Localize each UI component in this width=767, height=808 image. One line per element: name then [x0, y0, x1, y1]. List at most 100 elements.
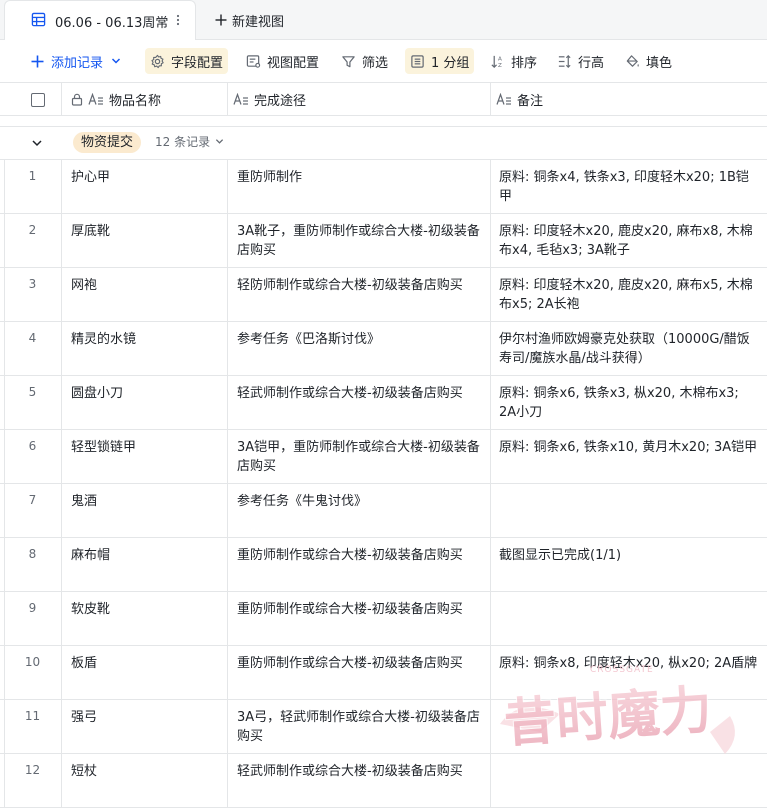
sort-label: 排序: [511, 55, 538, 71]
cell-note[interactable]: 原料: 铜条x4, 铁条x3, 印度轻木x20; 1B铠甲: [491, 160, 767, 213]
table-row[interactable]: 7 鬼酒 参考任务《牛鬼讨伐》: [0, 484, 767, 538]
cell-route[interactable]: 参考任务《巴洛斯讨伐》: [228, 322, 490, 375]
cell-note[interactable]: 原料: 铜条x6, 铁条x3, 枞x20, 木棉布x3; 2A小刀: [491, 376, 767, 429]
cell-route[interactable]: 3A铠甲，重防师制作或综合大楼-初级装备店购买: [228, 430, 490, 483]
table-row[interactable]: 6 轻型锁链甲 3A铠甲，重防师制作或综合大楼-初级装备店购买 原料: 铜条x6…: [0, 430, 767, 484]
row-index: 10: [24, 655, 41, 669]
table-row[interactable]: 5 圆盘小刀 轻武师制作或综合大楼-初级装备店购买 原料: 铜条x6, 铁条x3…: [0, 376, 767, 430]
row-index: 3: [28, 277, 37, 291]
cell-note[interactable]: [491, 592, 767, 645]
group-button[interactable]: 1 分组: [405, 48, 475, 74]
row-index: 8: [28, 547, 37, 561]
table-row[interactable]: 9 软皮靴 重防师制作或综合大楼-初级装备店购买: [0, 592, 767, 646]
group-header: 物资提交 12 条记录: [0, 127, 767, 160]
table-row[interactable]: 8 麻布帽 重防师制作或综合大楼-初级装备店购买 截图显示已完成(1/1): [0, 538, 767, 592]
cell-item-name[interactable]: 轻型锁链甲: [62, 430, 227, 483]
add-record-label: 添加记录: [51, 55, 104, 71]
cell-route[interactable]: 重防师制作或综合大楼-初级装备店购买: [228, 538, 490, 591]
column-divider: [61, 160, 62, 808]
cell-route[interactable]: 参考任务《牛鬼讨伐》: [228, 484, 490, 537]
cell-item-name[interactable]: 厚底靴: [62, 214, 227, 267]
cell-note[interactable]: 原料: 印度轻木x20, 鹿皮x20, 麻布x8, 木棉布x4, 毛毡x3; 3…: [491, 214, 767, 267]
more-vertical-icon[interactable]: [175, 12, 181, 28]
add-record-button[interactable]: 添加记录: [30, 48, 126, 74]
filter-button[interactable]: 筛选: [336, 48, 393, 74]
cell-route[interactable]: 重防师制作: [228, 160, 490, 213]
cell-item-name[interactable]: 网袍: [62, 268, 227, 321]
fill-color-label: 填色: [646, 55, 673, 71]
field-config-button[interactable]: 字段配置: [145, 48, 229, 74]
row-index: 12: [24, 763, 41, 777]
column-divider: [227, 160, 228, 808]
field-config-label: 字段配置: [171, 55, 224, 71]
text-field-icon: [88, 93, 103, 105]
cell-note[interactable]: [491, 700, 767, 753]
new-view-label: 新建视图: [232, 14, 285, 30]
cell-note[interactable]: [491, 484, 767, 537]
chevron-down-icon: [215, 139, 224, 144]
table-row[interactable]: 1 护心甲 重防师制作 原料: 铜条x4, 铁条x3, 印度轻木x20; 1B铠…: [0, 160, 767, 214]
column-divider: [490, 160, 491, 808]
grid-header: 物品名称 完成途径 备注: [0, 82, 767, 116]
cell-item-name[interactable]: 精灵的水镜: [62, 322, 227, 375]
grid-table-icon: [31, 12, 46, 27]
table-row[interactable]: 12 短杖 轻武师制作或综合大楼-初级装备店购买: [0, 754, 767, 808]
text-field-icon: [233, 93, 248, 105]
lock-icon: [71, 93, 83, 106]
column-divider: [227, 83, 228, 116]
cell-note[interactable]: 原料: 铜条x6, 铁条x10, 黄月木x20; 3A铠甲: [491, 430, 767, 483]
row-index: 9: [28, 601, 37, 615]
cell-note[interactable]: 伊尔村渔师欧姆豪克处获取（10000G/醋饭寿司/魔族水晶/战斗获得）: [491, 322, 767, 375]
cell-route[interactable]: 3A靴子，重防师制作或综合大楼-初级装备店购买: [228, 214, 490, 267]
plus-icon: [215, 14, 227, 26]
new-view-button[interactable]: 新建视图: [214, 10, 284, 30]
tab-weekly-view[interactable]: 06.06 - 06.13周常: [4, 0, 196, 40]
text-field-icon: [496, 93, 511, 105]
table-row[interactable]: 4 精灵的水镜 参考任务《巴洛斯讨伐》 伊尔村渔师欧姆豪克处获取（10000G/…: [0, 322, 767, 376]
table-row[interactable]: 10 板盾 重防师制作或综合大楼-初级装备店购买 原料: 铜条x8, 印度轻木x…: [0, 646, 767, 700]
cell-item-name[interactable]: 麻布帽: [62, 538, 227, 591]
group-tag: 物资提交: [73, 132, 142, 153]
cell-item-name[interactable]: 板盾: [62, 646, 227, 699]
tab-label: 06.06 - 06.13周常: [55, 16, 169, 31]
table-row[interactable]: 2 厚底靴 3A靴子，重防师制作或综合大楼-初级装备店购买 原料: 印度轻木x2…: [0, 214, 767, 268]
column-header-route[interactable]: 完成途径: [233, 83, 306, 116]
column-header-note[interactable]: 备注: [496, 83, 543, 116]
cell-item-name[interactable]: 软皮靴: [62, 592, 227, 645]
cell-route[interactable]: 3A弓，轻武师制作或综合大楼-初级装备店购买: [228, 700, 490, 753]
chevron-down-icon[interactable]: [31, 137, 43, 149]
row-index: 11: [24, 709, 41, 723]
cell-item-name[interactable]: 短杖: [62, 754, 227, 807]
cell-item-name[interactable]: 圆盘小刀: [62, 376, 227, 429]
fill-color-button[interactable]: 填色: [620, 48, 677, 74]
column-header-item-name[interactable]: 物品名称: [71, 83, 161, 116]
cell-note[interactable]: [491, 754, 767, 807]
svg-text:A: A: [498, 56, 502, 62]
cell-route[interactable]: 重防师制作或综合大楼-初级装备店购买: [228, 646, 490, 699]
select-all-checkbox[interactable]: [31, 93, 45, 107]
sort-button[interactable]: A Z 排序: [485, 48, 542, 74]
row-index: 7: [28, 493, 37, 507]
table-row[interactable]: 11 强弓 3A弓，轻武师制作或综合大楼-初级装备店购买: [0, 700, 767, 754]
group-record-count[interactable]: 12 条记录: [155, 133, 224, 150]
cell-note[interactable]: 原料: 印度轻木x20, 鹿皮x20, 麻布x5, 木棉布x5; 2A长袍: [491, 268, 767, 321]
row-height-button[interactable]: 行高: [552, 48, 609, 74]
column-label: 物品名称: [109, 94, 162, 109]
cell-item-name[interactable]: 鬼酒: [62, 484, 227, 537]
svg-text:Z: Z: [498, 63, 502, 69]
view-config-label: 视图配置: [267, 55, 320, 71]
cell-route[interactable]: 轻武师制作或综合大楼-初级装备店购买: [228, 754, 490, 807]
cell-item-name[interactable]: 护心甲: [62, 160, 227, 213]
grid-spacer: [0, 116, 767, 127]
table-row[interactable]: 3 网袍 轻防师制作或综合大楼-初级装备店购买 原料: 印度轻木x20, 鹿皮x…: [0, 268, 767, 322]
view-config-button[interactable]: 视图配置: [241, 48, 324, 74]
cell-route[interactable]: 轻武师制作或综合大楼-初级装备店购买: [228, 376, 490, 429]
cell-note[interactable]: 截图显示已完成(1/1): [491, 538, 767, 591]
group-count-label: 12 条记录: [155, 135, 211, 149]
cell-item-name[interactable]: 强弓: [62, 700, 227, 753]
plus-icon: [31, 55, 44, 67]
cell-route[interactable]: 轻防师制作或综合大楼-初级装备店购买: [228, 268, 490, 321]
row-height-label: 行高: [578, 55, 605, 71]
cell-route[interactable]: 重防师制作或综合大楼-初级装备店购买: [228, 592, 490, 645]
cell-note[interactable]: 原料: 铜条x8, 印度轻木x20, 枞x20; 2A盾牌: [491, 646, 767, 699]
